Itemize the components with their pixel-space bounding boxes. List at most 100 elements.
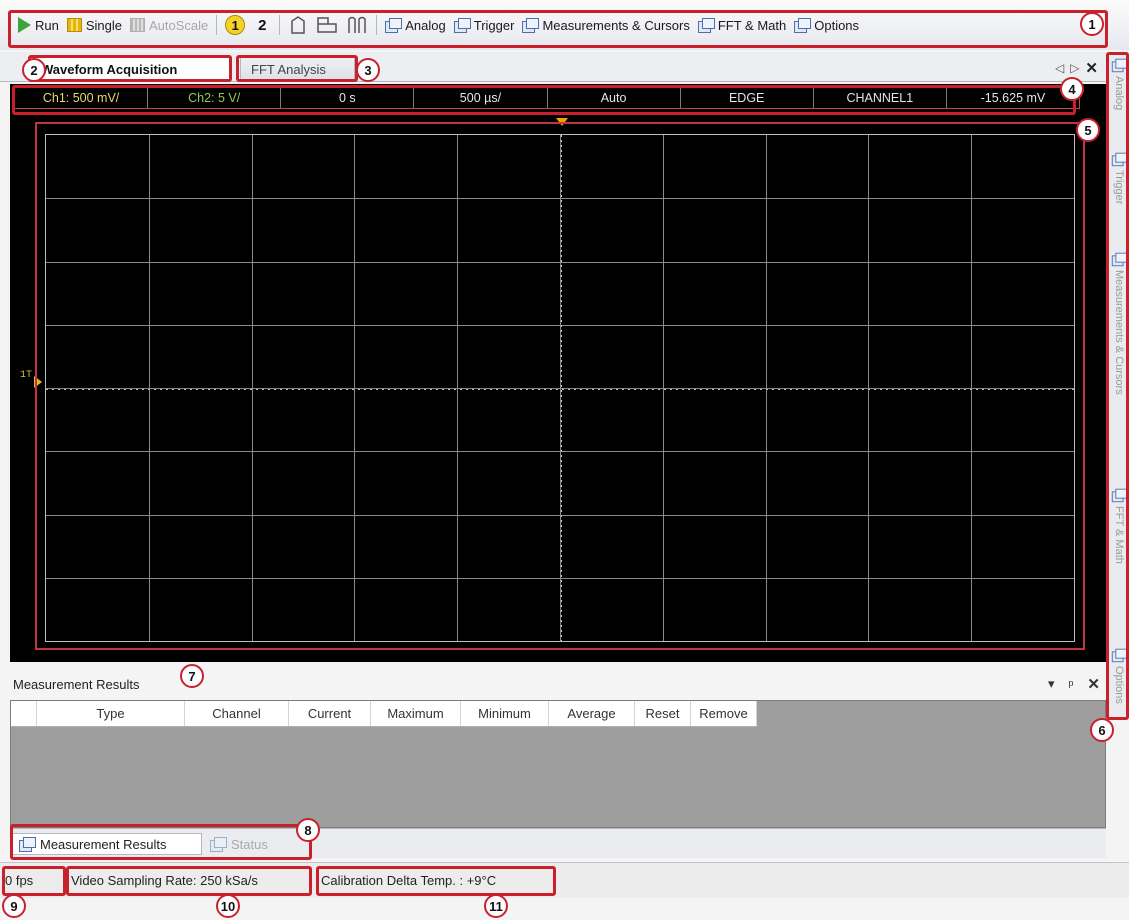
fft-math-pane-icon (1111, 488, 1128, 503)
measurement-results-icon (19, 837, 36, 852)
rail-tab-fft-math[interactable]: FFT & Math (1109, 484, 1129, 564)
column-header-type[interactable]: Type (37, 701, 185, 726)
graticule-horizontal-line (46, 451, 1074, 453)
callout-badge-11: 11 (484, 894, 508, 918)
timebase-readout[interactable]: 500 µs/ (414, 88, 548, 108)
graticule-center-axis (561, 135, 562, 641)
callout-badge-3: 3 (356, 58, 380, 82)
run-button[interactable]: Run (14, 12, 63, 38)
pane-pin-icon[interactable]: ᵖ (1069, 677, 1074, 692)
options-pane-icon (1111, 648, 1128, 663)
pane-menu-icon[interactable]: ▾ (1048, 676, 1055, 692)
trigger-type-readout[interactable]: EDGE (681, 88, 814, 108)
trigger-source-readout[interactable]: CHANNEL1 (814, 88, 947, 108)
callout-badge-1: 1 (1080, 12, 1104, 36)
callout-badge-6: 6 (1090, 718, 1114, 742)
options-pane-icon (794, 18, 812, 33)
document-tab-strip: Waveform Acquisition FFT Analysis ◁ ▷ ✕ (0, 52, 1106, 82)
column-header-minimum[interactable]: Minimum (461, 701, 549, 726)
rail-tab-trigger[interactable]: Trigger (1109, 148, 1129, 204)
run-label: Run (35, 17, 59, 33)
tab-measurement-results[interactable]: Measurement Results (12, 833, 202, 855)
waveform-graticule[interactable] (45, 134, 1075, 642)
analog-pane-icon (1111, 58, 1128, 73)
single-button[interactable]: Single (63, 12, 126, 38)
rail-tab-label: FFT & Math (1113, 506, 1125, 564)
callout-badge-8: 8 (296, 818, 320, 842)
scope-settings-bar: Ch1: 500 mV/ Ch2: 5 V/ 0 s 500 µs/ Auto … (14, 87, 1080, 109)
rail-tab-label: Measurements & Cursors (1113, 270, 1125, 395)
layout-icon (317, 17, 338, 33)
trigger-mode-readout[interactable]: Auto (548, 88, 681, 108)
probe-button[interactable] (284, 12, 312, 38)
measurement-table-header: Type Channel Current Maximum Minimum Ave… (11, 701, 757, 727)
trigger-pane-button[interactable]: Trigger (450, 12, 519, 38)
callout-badge-5: 5 (1076, 118, 1100, 142)
rail-tab-label: Analog (1113, 76, 1125, 111)
tab-scroll-left-icon[interactable]: ◁ (1055, 61, 1064, 75)
column-header-channel[interactable]: Channel (185, 701, 289, 726)
tab-fft-analysis[interactable]: FFT Analysis (240, 57, 355, 81)
probe-icon (291, 16, 306, 34)
fft-math-pane-icon (697, 18, 715, 33)
column-header-select[interactable] (11, 701, 37, 726)
measurements-pane-button[interactable]: Measurements & Cursors (518, 12, 693, 38)
callout-badge-9: 9 (2, 894, 26, 918)
tab-controls: ◁ ▷ ✕ (1055, 59, 1098, 77)
rail-tab-measurements[interactable]: Measurements & Cursors (1109, 248, 1129, 395)
trigger-pane-icon (453, 18, 471, 33)
column-header-current[interactable]: Current (289, 701, 371, 726)
analog-pane-button[interactable]: Analog (381, 12, 449, 38)
measurement-results-pane: Measurement Results ▾ ᵖ ✕ Type Channel C… (10, 670, 1106, 830)
graticule-horizontal-line (46, 198, 1074, 200)
column-header-maximum[interactable]: Maximum (371, 701, 461, 726)
application-status-bar: 0 fps Video Sampling Rate: 250 kSa/s Cal… (0, 862, 1129, 898)
toolbar-separator (216, 15, 218, 35)
callout-badge-7: 7 (180, 664, 204, 688)
column-header-remove[interactable]: Remove (691, 701, 757, 726)
rail-tab-analog[interactable]: Analog (1109, 54, 1129, 110)
channel-1-button[interactable]: 1 (221, 12, 249, 38)
graticule-horizontal-line (46, 261, 1074, 263)
fft-math-pane-button[interactable]: FFT & Math (694, 12, 790, 38)
graticule-horizontal-line (46, 324, 1074, 326)
options-label: Options (814, 17, 860, 33)
display-button[interactable] (342, 12, 372, 38)
display-icon (348, 16, 367, 33)
right-dock-rail: Analog Trigger Measurements & Cursors FF… (1108, 52, 1129, 720)
toolbar-separator (376, 15, 378, 35)
measurement-pane-controls: ▾ ᵖ ✕ (1048, 675, 1100, 693)
column-header-average[interactable]: Average (549, 701, 635, 726)
measurement-results-title: Measurement Results (13, 677, 140, 692)
tab-status-label: Status (231, 836, 268, 852)
trigger-label: Trigger (473, 17, 515, 33)
ch1-scale-readout[interactable]: Ch1: 500 mV/ (15, 88, 149, 108)
ch2-scale-readout[interactable]: Ch2: 5 V/ (148, 88, 282, 108)
callout-badge-2: 2 (22, 58, 46, 82)
time-offset-readout[interactable]: 0 s (281, 88, 415, 108)
app-window: Run Single AutoScale 1 2 Analog Trigger … (0, 0, 1129, 920)
tab-close-icon[interactable]: ✕ (1085, 59, 1098, 77)
single-label: Single (85, 17, 122, 33)
measurements-label: Measurements & Cursors (542, 17, 690, 33)
channel-2-button[interactable]: 2 (249, 12, 275, 38)
callout-badge-4: 4 (1060, 77, 1084, 101)
rail-tab-options[interactable]: Options (1109, 644, 1129, 704)
layout-button[interactable] (312, 12, 342, 38)
tab-status[interactable]: Status (204, 833, 294, 855)
autoscale-button[interactable]: AutoScale (126, 12, 212, 38)
sampling-rate-readout: Video Sampling Rate: 250 kSa/s (71, 873, 258, 888)
autoscale-label: AutoScale (149, 17, 209, 33)
calibration-temp-readout: Calibration Delta Temp. : +9°C (321, 873, 497, 888)
toolbar-separator (279, 15, 281, 35)
tab-scroll-right-icon[interactable]: ▷ (1070, 61, 1079, 75)
tab-waveform-acquisition[interactable]: Waveform Acquisition (30, 57, 230, 81)
measurement-results-table[interactable]: Type Channel Current Maximum Minimum Ave… (10, 700, 1106, 828)
options-pane-button[interactable]: Options (790, 12, 863, 38)
status-icon (210, 837, 227, 852)
waveform-display-frame (35, 122, 1085, 650)
main-toolbar: Run Single AutoScale 1 2 Analog Trigger … (0, 0, 1129, 50)
column-header-reset[interactable]: Reset (635, 701, 691, 726)
pane-close-icon[interactable]: ✕ (1087, 675, 1100, 693)
measurements-pane-icon (522, 18, 540, 33)
